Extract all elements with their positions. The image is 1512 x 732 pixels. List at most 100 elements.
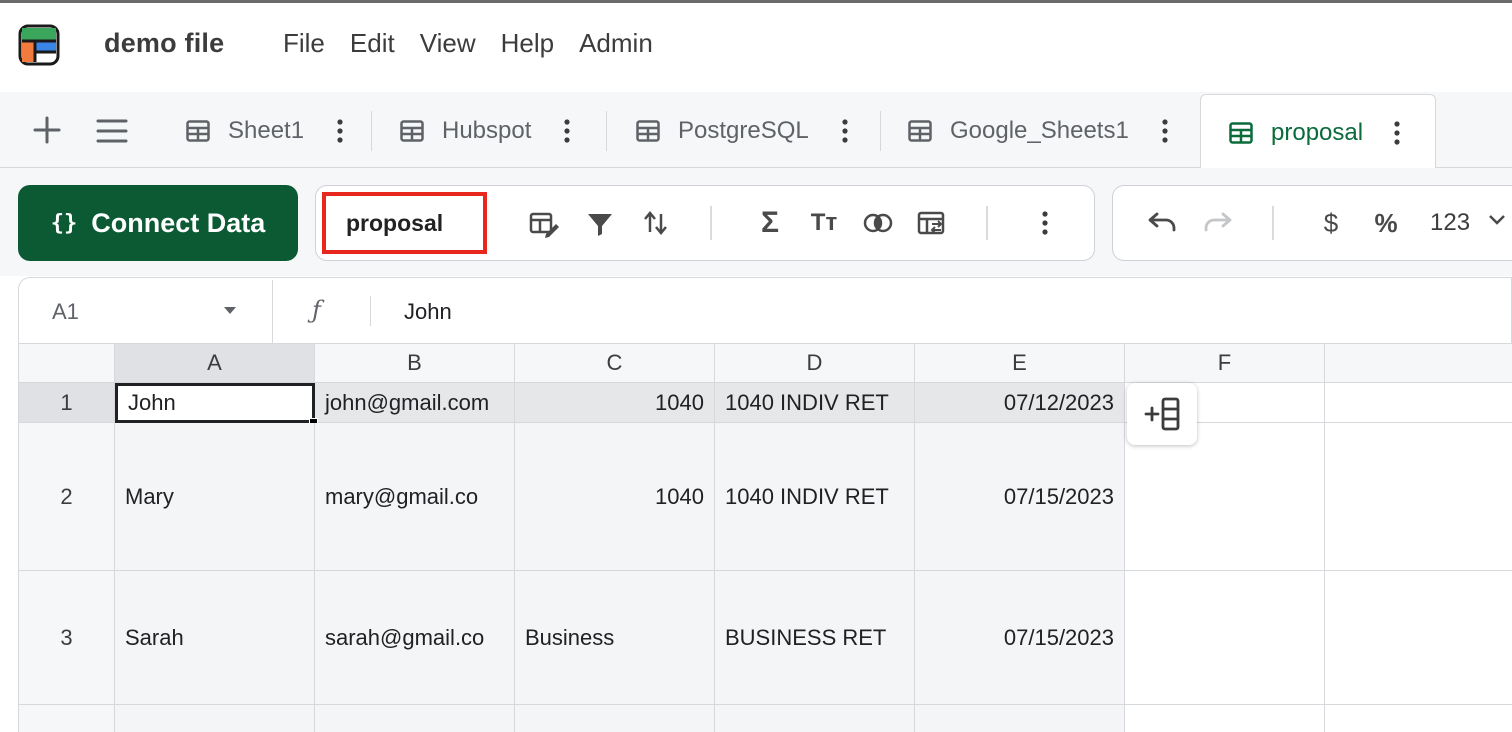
row-header-1[interactable]: 1 [18, 383, 115, 423]
tab-sheet1[interactable]: Sheet1 [186, 94, 344, 168]
undo-icon[interactable] [1146, 206, 1178, 240]
menu-admin[interactable]: Admin [579, 28, 653, 59]
cell-e4[interactable] [915, 705, 1125, 732]
tab-postgresql[interactable]: PostgreSQL [636, 94, 849, 168]
row-header-4[interactable] [18, 705, 115, 732]
table-icon [908, 120, 932, 142]
number-format-label: 123 [1430, 209, 1471, 236]
cell-a4[interactable] [115, 705, 315, 732]
cell-f3[interactable] [1125, 571, 1325, 705]
cell-d3[interactable]: BUSINESS RET [715, 571, 915, 705]
text-format-icon[interactable]: Tт [808, 206, 840, 240]
cell-reference[interactable]: A1 [52, 299, 79, 325]
table-icon [1229, 121, 1253, 144]
percent-icon[interactable]: % [1370, 206, 1402, 240]
add-sheet-icon[interactable] [32, 115, 62, 145]
cell-e3[interactable]: 07/15/2023 [915, 571, 1125, 705]
menu-bar: File Edit View Help Admin [283, 28, 678, 59]
tab-label: PostgreSQL [678, 117, 809, 144]
more-icon[interactable] [1029, 206, 1061, 240]
tab-proposal[interactable]: proposal [1200, 94, 1436, 170]
menu-help[interactable]: Help [501, 28, 554, 59]
table-icon [636, 120, 660, 142]
column-header-a[interactable]: A [115, 343, 315, 383]
table-icon [186, 120, 210, 142]
row-header-3[interactable]: 3 [18, 571, 115, 705]
tab-label: Google_Sheets1 [950, 117, 1129, 144]
column-header-e[interactable]: E [915, 343, 1125, 383]
tab-label: proposal [1271, 118, 1364, 146]
tab-options-icon[interactable] [1393, 120, 1401, 146]
tab-options-icon[interactable] [841, 118, 849, 144]
column-header-f[interactable]: F [1125, 343, 1325, 383]
document-title[interactable]: demo file [104, 28, 224, 59]
column-header-d[interactable]: D [715, 343, 915, 383]
tab-options-icon[interactable] [1161, 118, 1169, 144]
select-all-corner[interactable] [18, 343, 115, 383]
sum-icon[interactable]: Σ [754, 206, 786, 240]
cell-d2[interactable]: 1040 INDIV RET [715, 423, 915, 571]
cell-b3[interactable]: sarah@gmail.co [315, 571, 515, 705]
filter-icon[interactable] [584, 206, 616, 240]
add-column-icon [1144, 397, 1180, 431]
tab-label: Hubspot [442, 117, 532, 144]
dollar-icon[interactable]: $ [1315, 206, 1347, 240]
formula-bar-divider [370, 296, 371, 326]
tab-options-icon[interactable] [336, 118, 344, 144]
cell-b2[interactable]: mary@gmail.co [315, 423, 515, 571]
cell-c4[interactable] [515, 705, 715, 732]
connect-data-button[interactable]: {} Connect Data [18, 185, 298, 261]
cell-e2[interactable]: 07/15/2023 [915, 423, 1125, 571]
cell-a3[interactable]: Sarah [115, 571, 315, 705]
cell-c3[interactable]: Business [515, 571, 715, 705]
redo-icon[interactable] [1202, 206, 1234, 240]
cell-f2[interactable] [1125, 423, 1325, 571]
cell-e1[interactable]: 07/12/2023 [915, 383, 1125, 423]
formula-bar-divider [272, 280, 273, 344]
cell-g1[interactable] [1325, 383, 1512, 423]
cell-g3[interactable] [1325, 571, 1512, 705]
sheet-list-menu-icon[interactable] [96, 118, 128, 144]
cell-c2[interactable]: 1040 [515, 423, 715, 571]
toolbar-divider [1272, 206, 1274, 240]
window-top-border [0, 0, 1512, 3]
menu-file[interactable]: File [283, 28, 325, 59]
tab-hubspot[interactable]: Hubspot [400, 94, 571, 168]
edit-table-icon[interactable] [528, 206, 560, 240]
sheet-name-field[interactable]: proposal [322, 192, 487, 254]
formula-bar [18, 277, 1512, 344]
cell-g4[interactable] [1325, 705, 1512, 732]
function-icon: ƒ [312, 296, 321, 324]
formula-input[interactable]: John [404, 299, 452, 325]
cell-d1[interactable]: 1040 INDIV RET [715, 383, 915, 423]
cell-reference-dropdown-icon[interactable] [224, 307, 236, 315]
toolbar-divider [986, 206, 988, 240]
merge-icon[interactable] [862, 206, 894, 240]
sort-icon[interactable] [640, 206, 672, 240]
column-header-c[interactable]: C [515, 343, 715, 383]
row-header-2[interactable]: 2 [18, 423, 115, 571]
transform-icon[interactable] [916, 206, 948, 240]
cell-c1[interactable]: 1040 [515, 383, 715, 423]
cell-b1[interactable]: john@gmail.com [315, 383, 515, 423]
cell-d4[interactable] [715, 705, 915, 732]
cell-g2[interactable] [1325, 423, 1512, 571]
column-header-g[interactable] [1325, 343, 1512, 383]
cell-a2[interactable]: Mary [115, 423, 315, 571]
menu-view[interactable]: View [420, 28, 476, 59]
tab-divider [880, 111, 881, 151]
chevron-down-icon[interactable] [1488, 214, 1506, 226]
number-format-dropdown[interactable]: 123 [1430, 209, 1470, 237]
cell-b4[interactable] [315, 705, 515, 732]
menu-edit[interactable]: Edit [350, 28, 395, 59]
tab-options-icon[interactable] [563, 118, 571, 144]
cell-f4[interactable] [1125, 705, 1325, 732]
tab-google-sheets1[interactable]: Google_Sheets1 [908, 94, 1169, 168]
connect-data-label: Connect Data [91, 207, 266, 238]
tab-label: Sheet1 [228, 117, 305, 144]
add-column-button[interactable] [1127, 383, 1197, 445]
cell-a1[interactable]: John [115, 383, 315, 423]
column-header-b[interactable]: B [315, 343, 515, 383]
braces-icon: {} [50, 210, 78, 236]
toolbar-divider [710, 206, 712, 240]
